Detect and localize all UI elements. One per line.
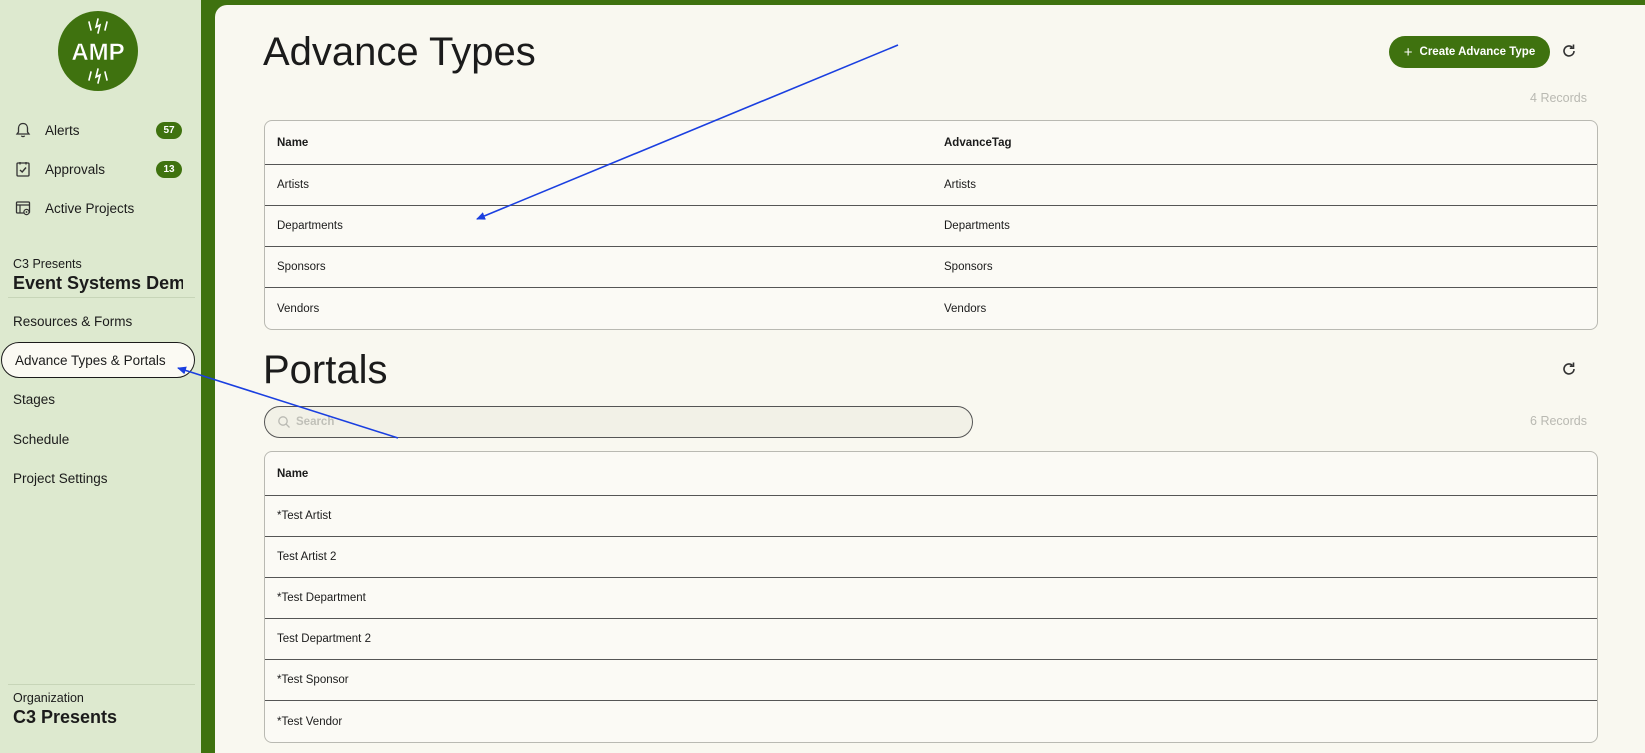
table-row[interactable]: Test Department 2 (265, 619, 1597, 660)
cell-name: Sponsors (277, 261, 326, 273)
table-row[interactable]: Sponsors Sponsors (265, 247, 1597, 288)
sidebar-divider (8, 684, 195, 685)
logo-text: AMP (71, 39, 124, 66)
cell-name: *Test Artist (277, 510, 332, 522)
bell-icon (15, 122, 31, 138)
organization-label: Organization (13, 691, 84, 705)
create-advance-type-label: Create Advance Type (1419, 46, 1536, 58)
projects-icon (15, 201, 31, 216)
portals-title: Portals (263, 348, 388, 392)
cell-advancetag: Vendors (944, 302, 987, 315)
table-row[interactable]: Departments Departments (265, 206, 1597, 247)
cell-name: *Test Vendor (277, 715, 343, 728)
table-row[interactable]: Test Artist 2 (265, 537, 1597, 578)
nav-alerts-label: Alerts (45, 122, 80, 138)
search-icon (278, 416, 290, 428)
nav-active-projects-label: Active Projects (45, 200, 135, 216)
nav-approvals-label: Approvals (45, 161, 106, 177)
cell-name: Vendors (277, 302, 320, 315)
organization-name: C3 Presents (13, 707, 118, 727)
cell-name: Departments (277, 220, 343, 232)
cell-name: *Test Sponsor (277, 674, 349, 686)
refresh-icon[interactable] (1560, 42, 1578, 60)
menu-stages[interactable]: Stages (0, 381, 195, 417)
project-org-label: C3 Presents (13, 257, 82, 271)
portals-record-count: 6 Records (1530, 414, 1587, 428)
refresh-icon[interactable] (1560, 360, 1578, 378)
sidebar: AMP Alerts 57 Approvals 13 Active Projec… (0, 0, 201, 753)
portals-search[interactable] (264, 406, 973, 438)
create-advance-type-button[interactable]: + Create Advance Type (1389, 36, 1550, 68)
amp-logo-icon: AMP (71, 18, 125, 84)
advance-types-table: Name AdvanceTag Artists Artists Departme… (264, 120, 1598, 330)
main-panel: Advance Types + Create Advance Type 4 Re… (215, 5, 1645, 753)
cell-advancetag: Artists (944, 179, 976, 191)
alerts-count-badge: 57 (156, 121, 182, 139)
menu-advance-types-portals[interactable]: Advance Types & Portals (1, 342, 195, 378)
table-header-row: Name (265, 452, 1597, 496)
cell-advancetag: Sponsors (944, 261, 993, 273)
table-row[interactable]: *Test Artist (265, 496, 1597, 537)
column-header-advancetag[interactable]: AdvanceTag (944, 121, 1012, 164)
checklist-icon (16, 162, 30, 177)
table-row[interactable]: *Test Sponsor (265, 660, 1597, 701)
table-row[interactable]: *Test Vendor (265, 701, 1597, 742)
advance-types-record-count: 4 Records (1530, 91, 1587, 105)
table-row[interactable]: Artists Artists (265, 165, 1597, 206)
nav-approvals[interactable]: Approvals 13 (0, 151, 201, 187)
cell-name: Test Artist 2 (277, 551, 337, 563)
table-row[interactable]: *Test Department (265, 578, 1597, 619)
menu-resources-forms[interactable]: Resources & Forms (0, 303, 195, 339)
amp-logo[interactable]: AMP (58, 11, 138, 91)
menu-project-settings[interactable]: Project Settings (0, 460, 195, 496)
cell-name: Artists (277, 179, 309, 191)
table-header-row: Name AdvanceTag (265, 121, 1597, 165)
cell-name: Test Department 2 (277, 633, 371, 645)
column-header-name[interactable]: Name (277, 452, 308, 495)
nav-active-projects[interactable]: Active Projects (0, 190, 201, 226)
search-input[interactable] (296, 407, 956, 437)
advance-types-title: Advance Types (263, 30, 536, 74)
cell-name: *Test Department (277, 592, 366, 604)
approvals-count-badge: 13 (156, 160, 182, 178)
project-name: Event Systems Demo (13, 273, 183, 293)
cell-advancetag: Departments (944, 220, 1010, 232)
menu-schedule[interactable]: Schedule (0, 421, 195, 457)
sidebar-divider (8, 297, 195, 298)
portals-table: Name *Test Artist Test Artist 2 *Test De… (264, 451, 1598, 743)
column-header-name[interactable]: Name (277, 121, 308, 164)
table-row[interactable]: Vendors Vendors (265, 288, 1597, 329)
nav-alerts[interactable]: Alerts 57 (0, 112, 201, 148)
plus-icon: + (1403, 43, 1413, 61)
